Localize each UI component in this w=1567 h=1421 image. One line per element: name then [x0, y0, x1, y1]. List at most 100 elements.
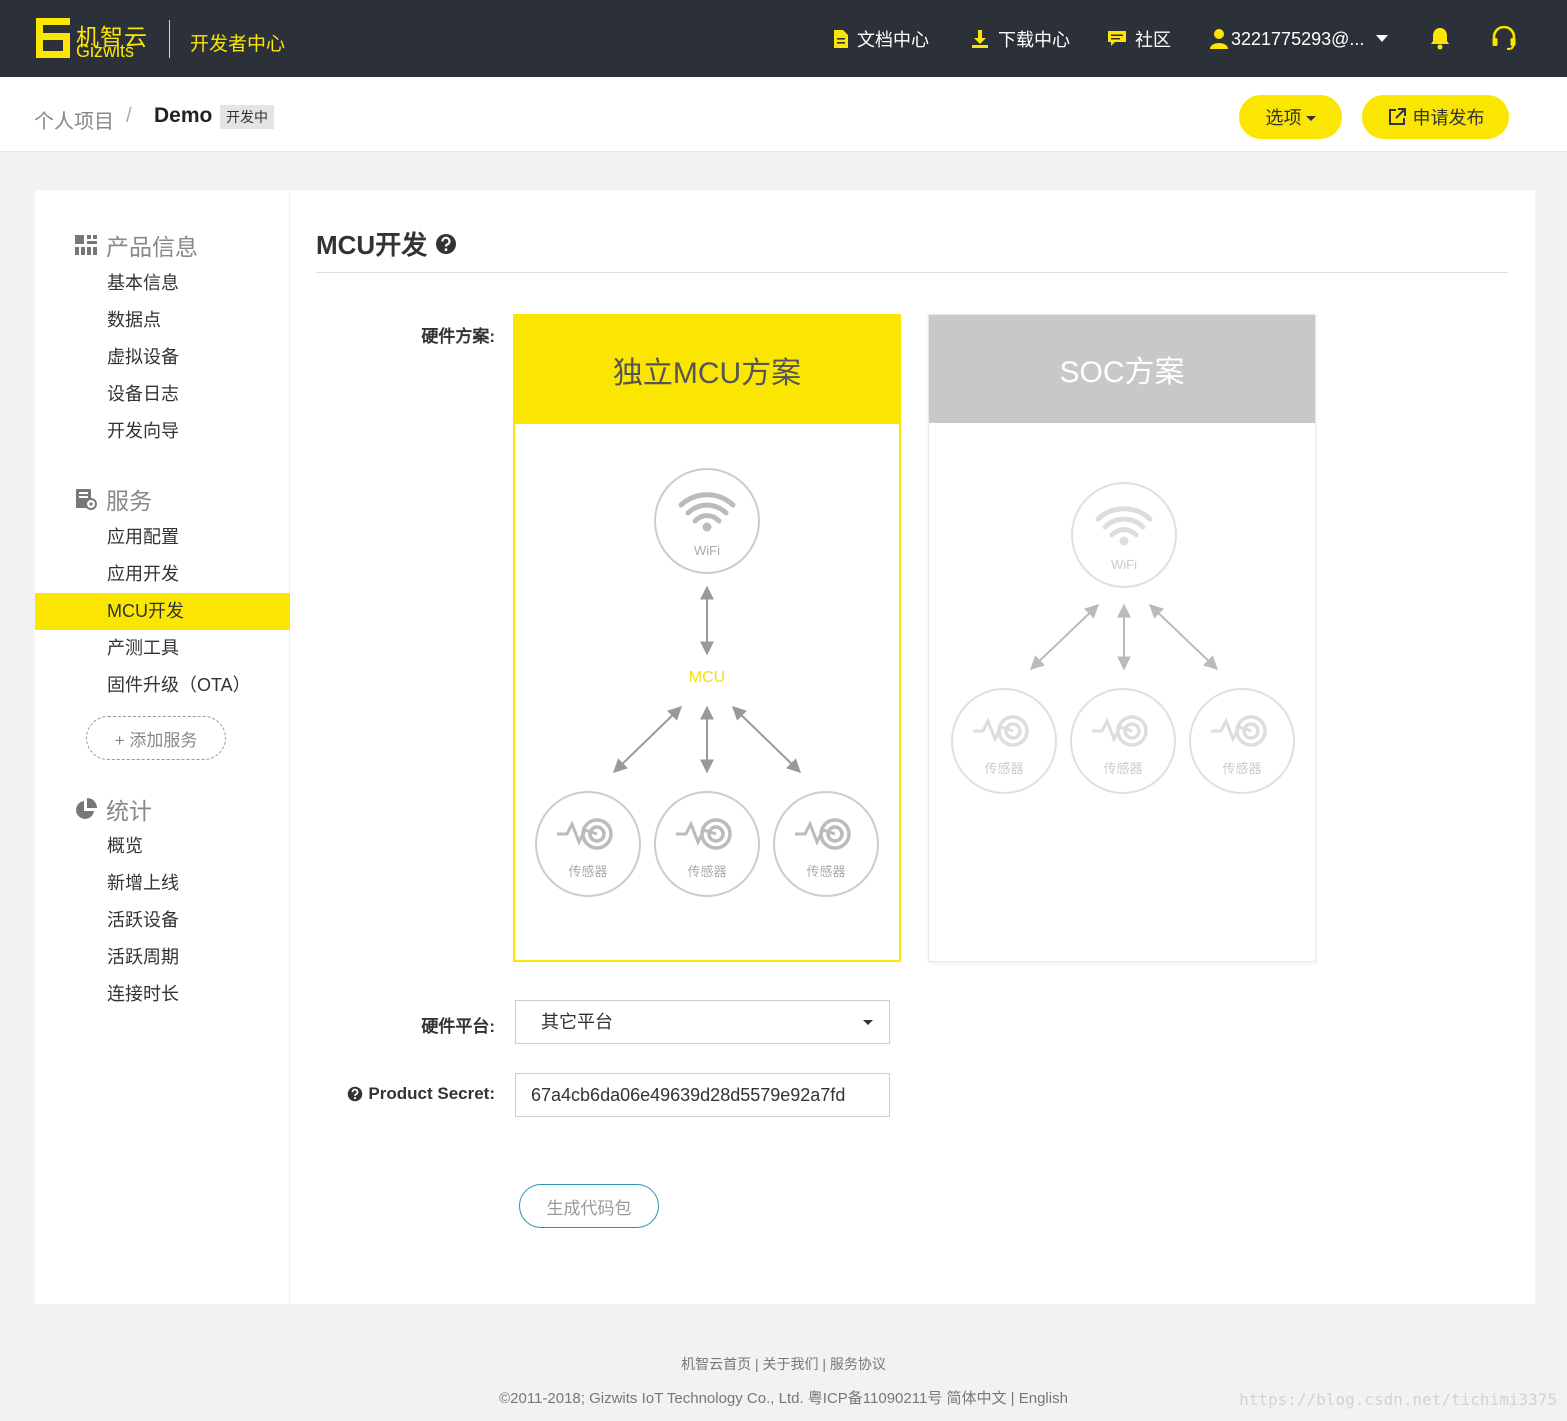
sensor-node: 传感器 — [773, 791, 879, 897]
wifi-label: WiFi — [1111, 557, 1137, 572]
add-service-button[interactable]: + 添加服务 — [86, 716, 226, 760]
publish-button[interactable]: 申请发布 — [1362, 95, 1509, 139]
nav-community-label: 社区 — [1135, 30, 1171, 50]
sensor-label: 传感器 — [568, 864, 607, 879]
mcu-architecture-diagram: WiFi MCU 传感器 传感器 传感器 — [535, 468, 879, 897]
sensor-node: 传感器 — [1189, 688, 1295, 794]
sensor-node: 传感器 — [1070, 688, 1176, 794]
sidebar-group-label: 产品信息 — [106, 234, 198, 260]
sensor-node: 传感器 — [951, 688, 1057, 794]
account-menu[interactable]: 3221775293@... — [1209, 26, 1396, 52]
sidebar-item-basic-info[interactable]: 基本信息 — [35, 265, 290, 302]
sidebar-group-label: 服务 — [106, 488, 152, 514]
sidebar-item-overview[interactable]: 概览 — [35, 828, 290, 865]
sidebar-item-connection-time[interactable]: 连接时长 — [35, 976, 290, 1013]
footer-links[interactable]: 机智云首页 | 关于我们 | 服务协议 — [0, 1354, 1567, 1374]
generate-code-button[interactable]: 生成代码包 — [519, 1184, 659, 1228]
wifi-node: WiFi — [654, 468, 760, 574]
service-icon — [76, 489, 97, 510]
sensor-label: 传感器 — [1103, 761, 1142, 776]
product-secret-label-text: Product Secret: — [368, 1084, 495, 1103]
hardware-platform-label: 硬件平台: — [421, 1017, 495, 1036]
hardware-scheme-label: 硬件方案: — [421, 327, 495, 346]
breadcrumb-current-project: Demo — [154, 104, 213, 127]
product-secret-label: Product Secret: — [340, 1084, 495, 1104]
wifi-label: WiFi — [694, 543, 720, 558]
sensor-node: 传感器 — [654, 791, 760, 897]
sidebar-item-new-online[interactable]: 新增上线 — [35, 865, 290, 902]
sensor-node: 传感器 — [535, 791, 641, 897]
sensor-label: 传感器 — [687, 864, 726, 879]
gizwits-logo-icon — [36, 18, 70, 58]
sidebar-group-label: 统计 — [106, 798, 152, 824]
sidebar-item-datapoints[interactable]: 数据点 — [35, 302, 290, 339]
arrow-mcu-sensor-1 — [612, 706, 683, 773]
sidebar: 产品信息 基本信息 数据点 虚拟设备 设备日志 开发向导 服务 应用配置 应用开… — [35, 190, 290, 1304]
arrow-mcu-sensor-3 — [731, 706, 802, 773]
sidebar-item-active-period[interactable]: 活跃周期 — [35, 939, 290, 976]
nav-community[interactable]: 社区 — [1107, 26, 1171, 52]
scheme-card-soc[interactable]: SOC方案 WiFi 传感器 传感器 传感器 — [928, 314, 1316, 962]
main-panel: 产品信息 基本信息 数据点 虚拟设备 设备日志 开发向导 服务 应用配置 应用开… — [35, 190, 1535, 1304]
logo-divider — [169, 20, 170, 58]
help-icon[interactable] — [347, 1086, 363, 1102]
download-icon — [972, 30, 988, 48]
sensor-label: 传感器 — [1222, 761, 1261, 776]
page-title-text: MCU开发 — [316, 230, 428, 260]
sidebar-item-active-devices[interactable]: 活跃设备 — [35, 902, 290, 939]
wifi-node: WiFi — [1071, 482, 1177, 588]
external-link-icon — [1388, 108, 1406, 125]
breadcrumb-bar: 个人项目 / Demo 开发中 选项 申请发布 — [0, 77, 1567, 152]
bell-icon[interactable] — [1429, 26, 1451, 50]
watermark: https://blog.csdn.net/tichimi3375 — [1239, 1390, 1557, 1409]
breadcrumb-personal-projects[interactable]: 个人项目 — [34, 105, 114, 134]
sidebar-item-app-dev[interactable]: 应用开发 — [35, 556, 290, 593]
nav-downloads[interactable]: 下载中心 — [970, 26, 1070, 52]
document-icon — [834, 30, 848, 48]
sidebar-item-app-config[interactable]: 应用配置 — [35, 519, 290, 556]
scheme-card-mcu[interactable]: 独立MCU方案 WiFi MCU 传感器 传感器 传感器 — [513, 314, 901, 962]
arrow-wifi-sensor-3 — [1148, 604, 1219, 670]
help-icon[interactable] — [435, 233, 457, 255]
breadcrumb-separator: / — [126, 105, 132, 127]
scheme-card-title: 独立MCU方案 — [515, 316, 899, 424]
options-button[interactable]: 选项 — [1239, 95, 1342, 139]
mcu-label: MCU — [689, 669, 725, 686]
hardware-platform-value: 其它平台 — [541, 1012, 613, 1032]
developer-center-link[interactable]: 开发者中心 — [190, 29, 285, 56]
headset-icon[interactable] — [1491, 26, 1517, 50]
sidebar-group-services: 服务 — [75, 482, 152, 516]
caret-down-icon — [1376, 35, 1389, 42]
options-button-label: 选项 — [1265, 108, 1302, 128]
sensor-label: 传感器 — [806, 864, 845, 879]
sidebar-item-ota[interactable]: 固件升级（OTA） — [35, 667, 290, 704]
sidebar-item-virtual-device[interactable]: 虚拟设备 — [35, 339, 290, 376]
product-secret-field[interactable]: 67a4cb6da06e49639d28d5579e92a7fd — [515, 1073, 890, 1117]
status-badge: 开发中 — [220, 105, 274, 129]
gizwits-logo[interactable]: 机智云 Gizwits — [34, 14, 149, 62]
sidebar-item-production-test[interactable]: 产测工具 — [35, 630, 290, 667]
caret-down-icon — [863, 1020, 873, 1025]
sidebar-item-mcu-dev[interactable]: MCU开发 — [35, 593, 290, 630]
nav-docs-label: 文档中心 — [857, 30, 929, 50]
scheme-card-title: SOC方案 — [929, 315, 1315, 423]
account-name: 3221775293@... — [1231, 28, 1365, 49]
sensor-label: 传感器 — [984, 761, 1023, 776]
nav-docs[interactable]: 文档中心 — [833, 26, 929, 52]
grid-icon — [75, 235, 97, 255]
hardware-platform-select[interactable]: 其它平台 — [515, 1000, 890, 1044]
user-icon — [1210, 29, 1228, 49]
soc-architecture-diagram: WiFi 传感器 传感器 传感器 — [951, 482, 1295, 794]
arrow-wifi-sensor-1 — [1029, 604, 1100, 670]
nav-downloads-label: 下载中心 — [998, 30, 1070, 50]
pie-chart-icon — [76, 798, 97, 819]
sidebar-item-device-log[interactable]: 设备日志 — [35, 376, 290, 413]
chat-icon — [1108, 31, 1126, 46]
sidebar-group-product-info: 产品信息 — [75, 228, 198, 262]
sidebar-item-dev-guide[interactable]: 开发向导 — [35, 413, 290, 450]
title-divider — [316, 272, 1508, 273]
logo-text-en: Gizwits — [76, 41, 134, 61]
sidebar-group-statistics: 统计 — [75, 792, 152, 826]
publish-button-label: 申请发布 — [1412, 108, 1485, 128]
caret-down-icon — [1305, 116, 1316, 121]
